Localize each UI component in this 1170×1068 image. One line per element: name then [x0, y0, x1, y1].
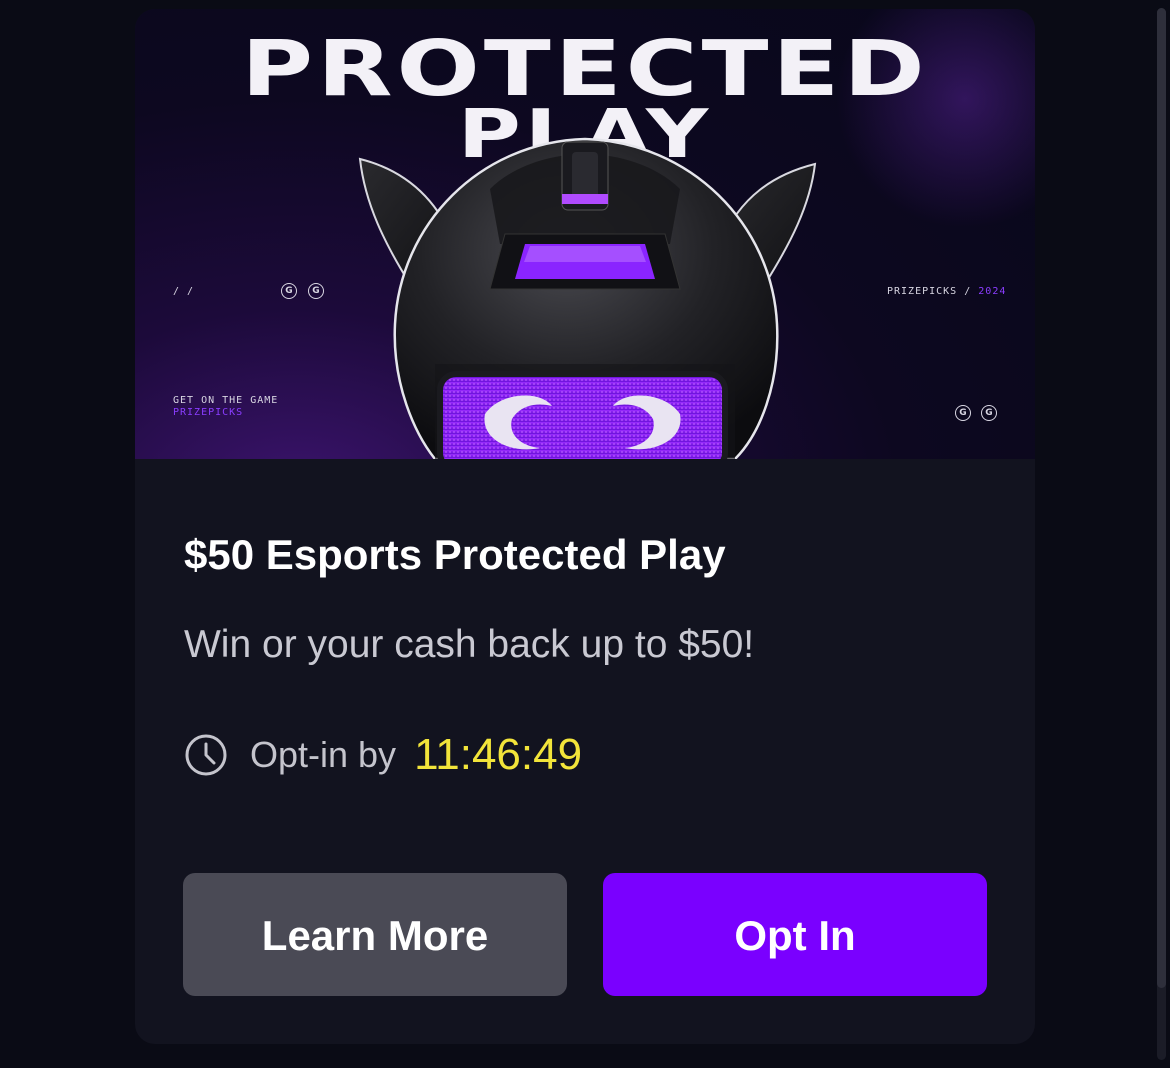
horned-robot-mascot-icon	[358, 137, 817, 459]
scrollbar[interactable]	[1157, 8, 1166, 1060]
banner-tagline: GET ON THE GAME	[173, 395, 279, 406]
promo-card: PROTECTED PLAY / / G G PRIZEPICKS / 2024…	[135, 9, 1035, 1044]
banner-tagline-brand-text: PRIZEPICKS	[173, 407, 244, 418]
banner-year: 2024	[978, 286, 1007, 297]
banner-brand-year: PRIZEPICKS / 2024	[887, 286, 1006, 297]
scrollbar-thumb[interactable]	[1157, 8, 1166, 988]
banner-brand-separator: /	[957, 286, 979, 297]
banner-tagline-brand: PRIZEPICKS	[173, 407, 243, 418]
clock-icon	[185, 734, 227, 776]
banner-brand: PRIZEPICKS	[887, 286, 958, 297]
optin-deadline: Opt-in by 11:46:49	[184, 725, 582, 785]
learn-more-button[interactable]: Learn More	[183, 873, 567, 996]
promo-banner: PROTECTED PLAY / / G G PRIZEPICKS / 2024…	[135, 9, 1035, 459]
promo-subtitle: Win or your cash back up to $50!	[184, 623, 755, 666]
badge-g-icon: G	[281, 283, 297, 299]
badge-g-icon: G	[955, 405, 971, 421]
badge-g-icon: G	[981, 405, 997, 421]
opt-in-button[interactable]: Opt In	[603, 873, 987, 996]
optin-label: Opt-in by	[250, 734, 397, 775]
countdown-timer: 11:46:49	[414, 730, 583, 779]
promo-title: $50 Esports Protected Play	[184, 531, 726, 578]
face-visor	[437, 371, 728, 459]
promo-screen: PROTECTED PLAY / / G G PRIZEPICKS / 2024…	[0, 0, 1170, 1068]
banner-slashes: / /	[173, 286, 195, 297]
badge-g-icon: G	[308, 283, 324, 299]
